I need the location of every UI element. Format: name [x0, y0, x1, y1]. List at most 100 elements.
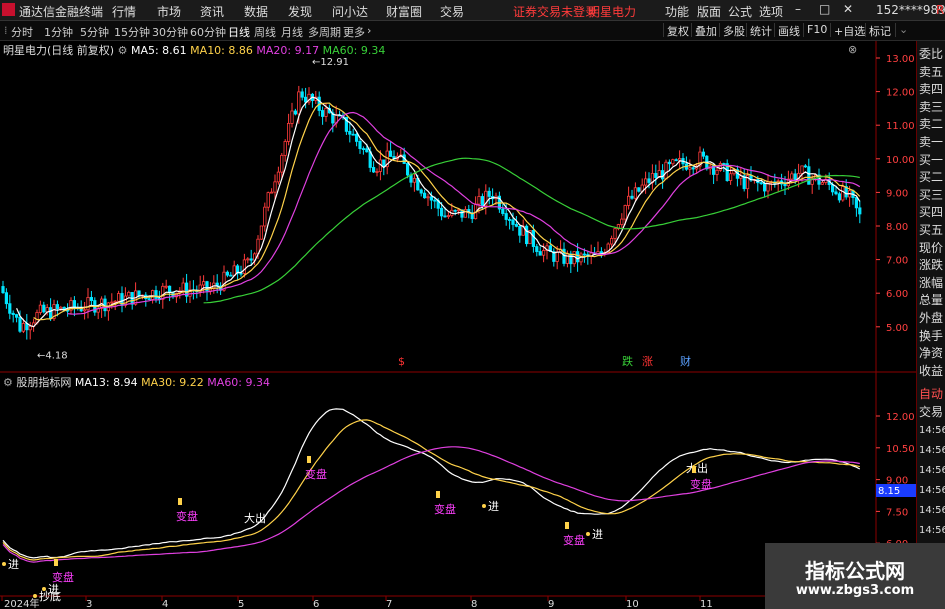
current-value-label: 8.15 [878, 486, 900, 497]
date-label-8: 10 [626, 599, 639, 609]
candle-body [276, 171, 281, 183]
menu-faxian[interactable]: 发现 [288, 3, 312, 20]
candle-body [72, 300, 76, 309]
app-name: 通达信金融终端 [19, 5, 104, 19]
menu-shuju[interactable]: 数据 [244, 3, 268, 20]
period-more[interactable]: 更多 [343, 24, 365, 40]
btn-f10[interactable]: F10 [803, 23, 830, 37]
stock-name-header: 明星电力 [588, 5, 637, 19]
candle-body [201, 281, 206, 286]
menu-zixun[interactable]: 资讯 [200, 3, 224, 20]
menu-gongneng[interactable]: 功能 [665, 3, 689, 20]
candle-body [627, 195, 631, 206]
period-weekly[interactable]: 周线 [254, 24, 276, 40]
period-30min[interactable]: 30分钟 [152, 24, 188, 40]
minimize-icon[interactable]: – [795, 2, 801, 16]
signal-bar-10 [692, 466, 696, 473]
badge-r[interactable]: R [936, 3, 944, 17]
candle-body [11, 312, 15, 315]
period-15min[interactable]: 15分钟 [114, 24, 150, 40]
close-icon[interactable]: ✕ [843, 2, 853, 16]
candle-body [266, 192, 270, 208]
more-chevron-icon[interactable]: › [367, 24, 371, 37]
side-lower-1[interactable]: 交易 [919, 403, 943, 420]
indicator-annotation-0: 进 [8, 558, 19, 571]
menu-jiaoyi[interactable]: 交易 [440, 3, 464, 20]
candle-body [86, 297, 90, 311]
period-5min[interactable]: 5分钟 [80, 24, 109, 40]
indicator-legend-list: MA13: 8.94 MA30: 9.22 MA60: 9.34 [75, 376, 270, 389]
user-account[interactable]: 152****9892 [876, 3, 945, 17]
menu-hangqing[interactable]: 行情 [112, 3, 136, 20]
candle-body [8, 303, 12, 314]
toolbar-grip-icon: ⁞ [4, 24, 8, 37]
indicator-annotation-12: 抄底 [39, 589, 61, 603]
candle-body [841, 186, 845, 201]
candle-body [246, 258, 250, 261]
candle-body [1, 286, 5, 294]
price-tick-label-5: 8.00 [886, 222, 908, 233]
btn-tongji[interactable]: 统计 [746, 23, 775, 38]
candle-body [38, 304, 43, 313]
btn-diejia[interactable]: 叠加 [691, 23, 720, 38]
candle-body [729, 173, 733, 181]
menu-shichang[interactable]: 市场 [157, 3, 181, 20]
price-tick-label-4: 9.00 [886, 188, 908, 199]
candle-body [21, 323, 26, 332]
candle-body [365, 148, 369, 153]
candle-body [507, 219, 512, 221]
date-label-2: 4 [162, 599, 168, 609]
menu-banmian[interactable]: 版面 [697, 3, 721, 20]
signal-bar-3 [178, 498, 182, 505]
side-lower-0[interactable]: 自动 [919, 385, 943, 402]
menu-xuanxiang[interactable]: 选项 [759, 3, 783, 20]
btn-duogu[interactable]: 多股 [719, 23, 748, 38]
menu-caifuquan[interactable]: 财富圈 [386, 3, 422, 20]
candle-body [290, 110, 294, 124]
candle-body [303, 96, 308, 103]
candle-body [854, 197, 859, 209]
candle-body [582, 253, 587, 256]
candle-body [701, 151, 706, 157]
candle-body [263, 206, 267, 227]
period-daily[interactable]: 日线 [228, 24, 250, 40]
menu-wenxiaoda[interactable]: 问小达 [332, 3, 368, 20]
period-1min[interactable]: 1分钟 [44, 24, 73, 40]
indicator-gear-icon[interactable]: ⚙ [3, 376, 16, 389]
period-60min[interactable]: 60分钟 [190, 24, 226, 40]
side-field-17: 净资 [919, 346, 944, 361]
candle-body [293, 110, 298, 115]
indicator-annotation-7: 变盘 [434, 502, 456, 516]
date-label-0: 2024年 [4, 597, 39, 609]
candle-body [113, 300, 117, 303]
menu-gongshi[interactable]: 公式 [728, 3, 752, 20]
btn-huaxian[interactable]: 画线 [774, 23, 803, 38]
period-monthly[interactable]: 月线 [281, 24, 303, 40]
restore-icon[interactable]: □ [819, 2, 830, 16]
candle-body [232, 265, 236, 276]
period-multi[interactable]: 多周期 [308, 24, 341, 40]
toolbar-expand-icon[interactable]: ⌄ [895, 23, 911, 37]
period-fenshi[interactable]: 分时 [11, 24, 33, 40]
kline-chart[interactable]: 13.00 12.00 11.00 10.00 9.00 8.00 7.00 6.00 5.00… [0, 41, 916, 609]
candle-body [763, 182, 767, 192]
login-notice[interactable]: 证券交易未登录 [513, 3, 597, 20]
btn-biaoji[interactable]: 标记 [865, 23, 894, 38]
indicator-annotation-10: 变盘 [690, 477, 712, 491]
side-field-6: 买一 [919, 152, 944, 167]
candle-body [422, 192, 427, 199]
btn-add-favorite[interactable]: +自选 [830, 23, 868, 38]
btn-fuquan[interactable]: 复权 [663, 23, 692, 38]
candle-body [419, 189, 423, 194]
side-field-13: 涨幅 [919, 275, 944, 290]
indicator-annotation-11: 变盘 [563, 533, 585, 547]
signal-dot-6 [482, 504, 486, 508]
candle-body [620, 218, 624, 225]
candle-body [300, 91, 304, 98]
candle-body [225, 271, 229, 276]
candle-body [181, 282, 185, 292]
candle-body [555, 251, 559, 262]
candle-body [691, 167, 695, 170]
price-tick-label-0: 13.00 [886, 54, 915, 65]
side-time-5: 14:56 [919, 525, 945, 536]
